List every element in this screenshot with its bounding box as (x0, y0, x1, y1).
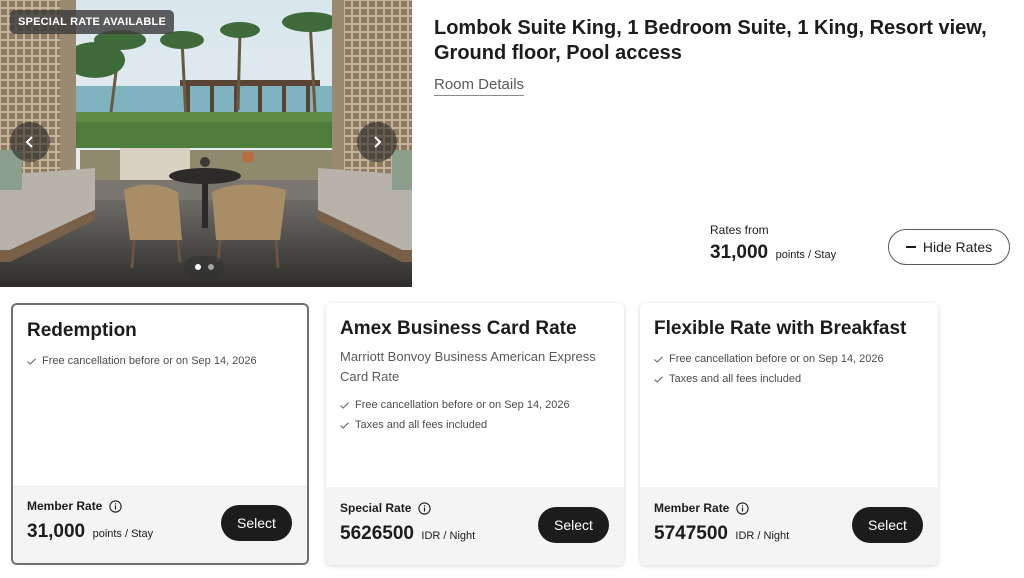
check-icon (340, 401, 349, 409)
rates-from-price: 31,000 points / Stay (710, 242, 836, 264)
chevron-left-icon (25, 136, 33, 148)
rate-features: Free cancellation before or on Sep 14, 2… (654, 349, 924, 389)
check-icon (654, 355, 663, 363)
rate-card-footer: Special Rate 5626500 IDR / Night Select (326, 487, 624, 565)
rates-from: Rates from 31,000 points / Stay (710, 223, 836, 264)
rate-type-label: Special Rate (340, 501, 412, 515)
room-photo (0, 0, 412, 287)
feature-item: Taxes and all fees included (340, 415, 610, 435)
check-icon (27, 357, 36, 365)
room-photo-gallery[interactable]: SPECIAL RATE AVAILABLE (0, 0, 412, 287)
rate-amount: 5747500 (654, 523, 728, 544)
feature-item: Free cancellation before or on Sep 14, 2… (27, 351, 293, 371)
feature-item: Free cancellation before or on Sep 14, 2… (340, 395, 610, 415)
rates-from-amount: 31,000 (710, 242, 769, 263)
feature-text: Free cancellation before or on Sep 14, 2… (42, 355, 257, 367)
room-details-link[interactable]: Room Details (434, 76, 525, 96)
feature-text: Taxes and all fees included (355, 419, 488, 431)
slide-dot-active[interactable] (194, 264, 201, 270)
special-rate-badge: SPECIAL RATE AVAILABLE (10, 10, 175, 34)
rate-features: Free cancellation before or on Sep 14, 2… (27, 351, 293, 371)
rates-from-unit: points / Stay (775, 249, 837, 261)
rate-card-footer: Member Rate 5747500 IDR / Night Select (640, 487, 938, 565)
feature-text: Free cancellation before or on Sep 14, 2… (669, 353, 884, 365)
select-button[interactable]: Select (852, 507, 923, 543)
slide-indicator (184, 256, 224, 278)
rate-type-label: Member Rate (654, 501, 730, 515)
feature-text: Taxes and all fees included (669, 373, 802, 385)
feature-item: Free cancellation before or on Sep 14, 2… (654, 349, 924, 369)
select-button[interactable]: Select (538, 507, 609, 543)
rates-from-label: Rates from (710, 223, 769, 237)
check-icon (654, 375, 663, 383)
rate-amount: 5626500 (340, 523, 414, 544)
room-title: Lombok Suite King, 1 Bedroom Suite, 1 Ki… (434, 17, 987, 64)
info-icon[interactable] (736, 501, 750, 515)
rate-card-title: Amex Business Card Rate (340, 318, 577, 339)
chevron-right-icon (374, 136, 382, 148)
info-icon[interactable] (109, 499, 123, 513)
rate-card-footer: Member Rate 31,000 points / Stay Select (13, 485, 307, 563)
next-photo-button[interactable] (357, 122, 397, 162)
rate-card-amex-business[interactable]: Amex Business Card Rate Marriott Bonvoy … (326, 303, 624, 565)
rate-card-title: Redemption (27, 320, 137, 341)
rate-unit: IDR / Night (735, 530, 790, 542)
feature-item: Taxes and all fees included (654, 369, 924, 389)
rate-card-flexible-breakfast[interactable]: Flexible Rate with Breakfast Free cancel… (640, 303, 938, 565)
rate-unit: IDR / Night (421, 530, 476, 542)
select-button[interactable]: Select (221, 505, 292, 541)
slide-dot[interactable] (207, 264, 214, 270)
rate-card-subtitle: Marriott Bonvoy Business American Expres… (340, 349, 596, 384)
info-icon[interactable] (418, 501, 432, 515)
rate-card-redemption[interactable]: Redemption Free cancellation before or o… (11, 303, 309, 565)
hide-rates-label: Hide Rates (922, 239, 993, 255)
feature-text: Free cancellation before or on Sep 14, 2… (355, 399, 570, 411)
previous-photo-button[interactable] (10, 122, 50, 162)
rate-card-title: Flexible Rate with Breakfast (654, 318, 907, 339)
minus-icon (905, 246, 916, 248)
check-icon (340, 421, 349, 429)
rate-features: Free cancellation before or on Sep 14, 2… (340, 395, 610, 435)
rate-amount: 31,000 (27, 521, 86, 542)
rate-type-label: Member Rate (27, 499, 103, 513)
hide-rates-button[interactable]: Hide Rates (888, 229, 1010, 265)
rate-unit: points / Stay (92, 528, 154, 540)
